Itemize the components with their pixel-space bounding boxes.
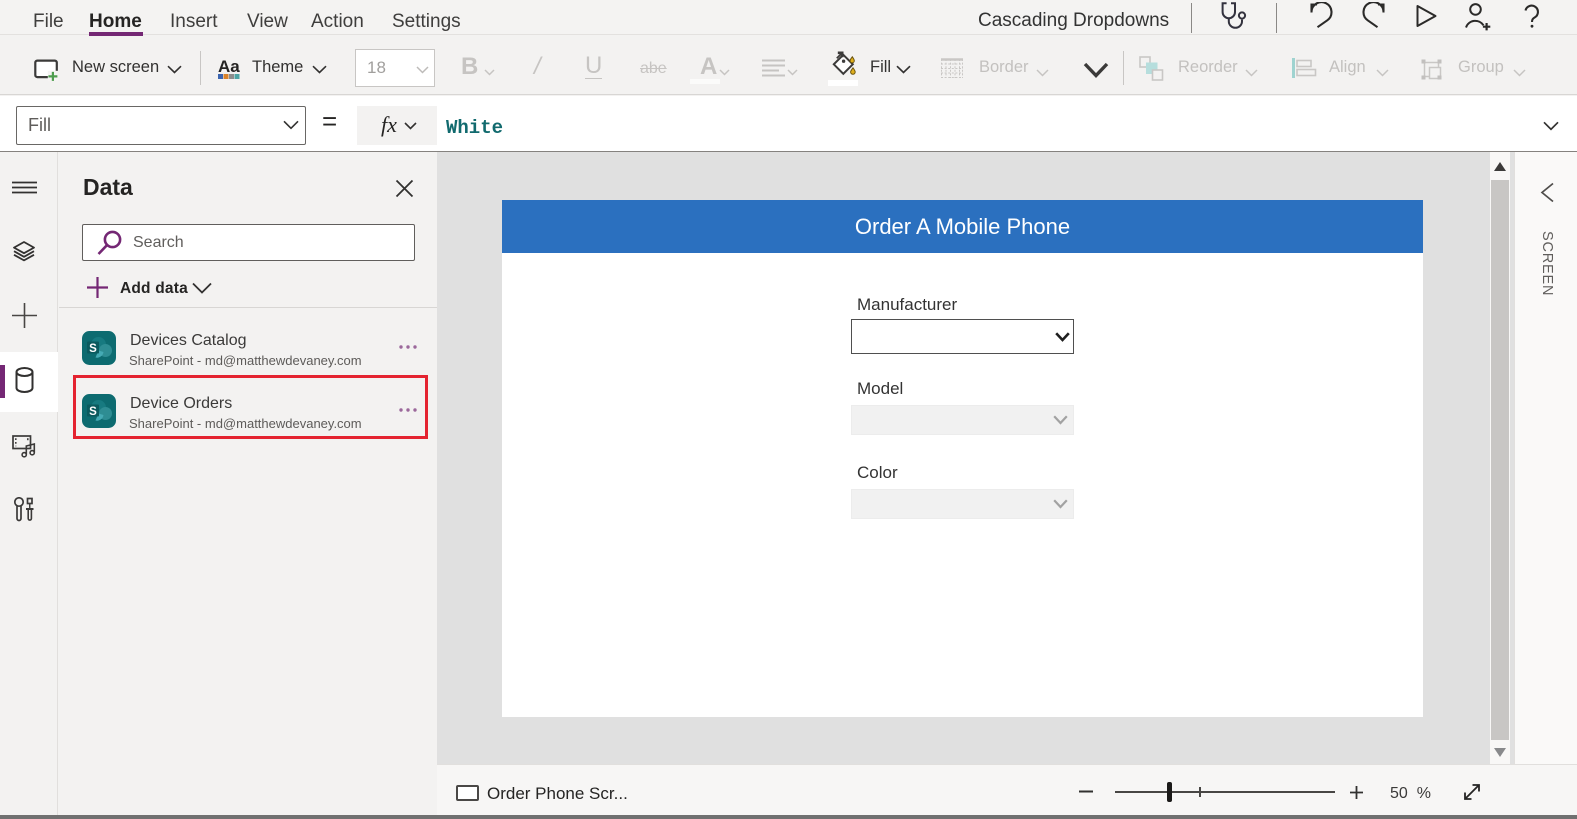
svg-text:S: S bbox=[89, 406, 97, 418]
svg-text:S: S bbox=[89, 343, 97, 355]
